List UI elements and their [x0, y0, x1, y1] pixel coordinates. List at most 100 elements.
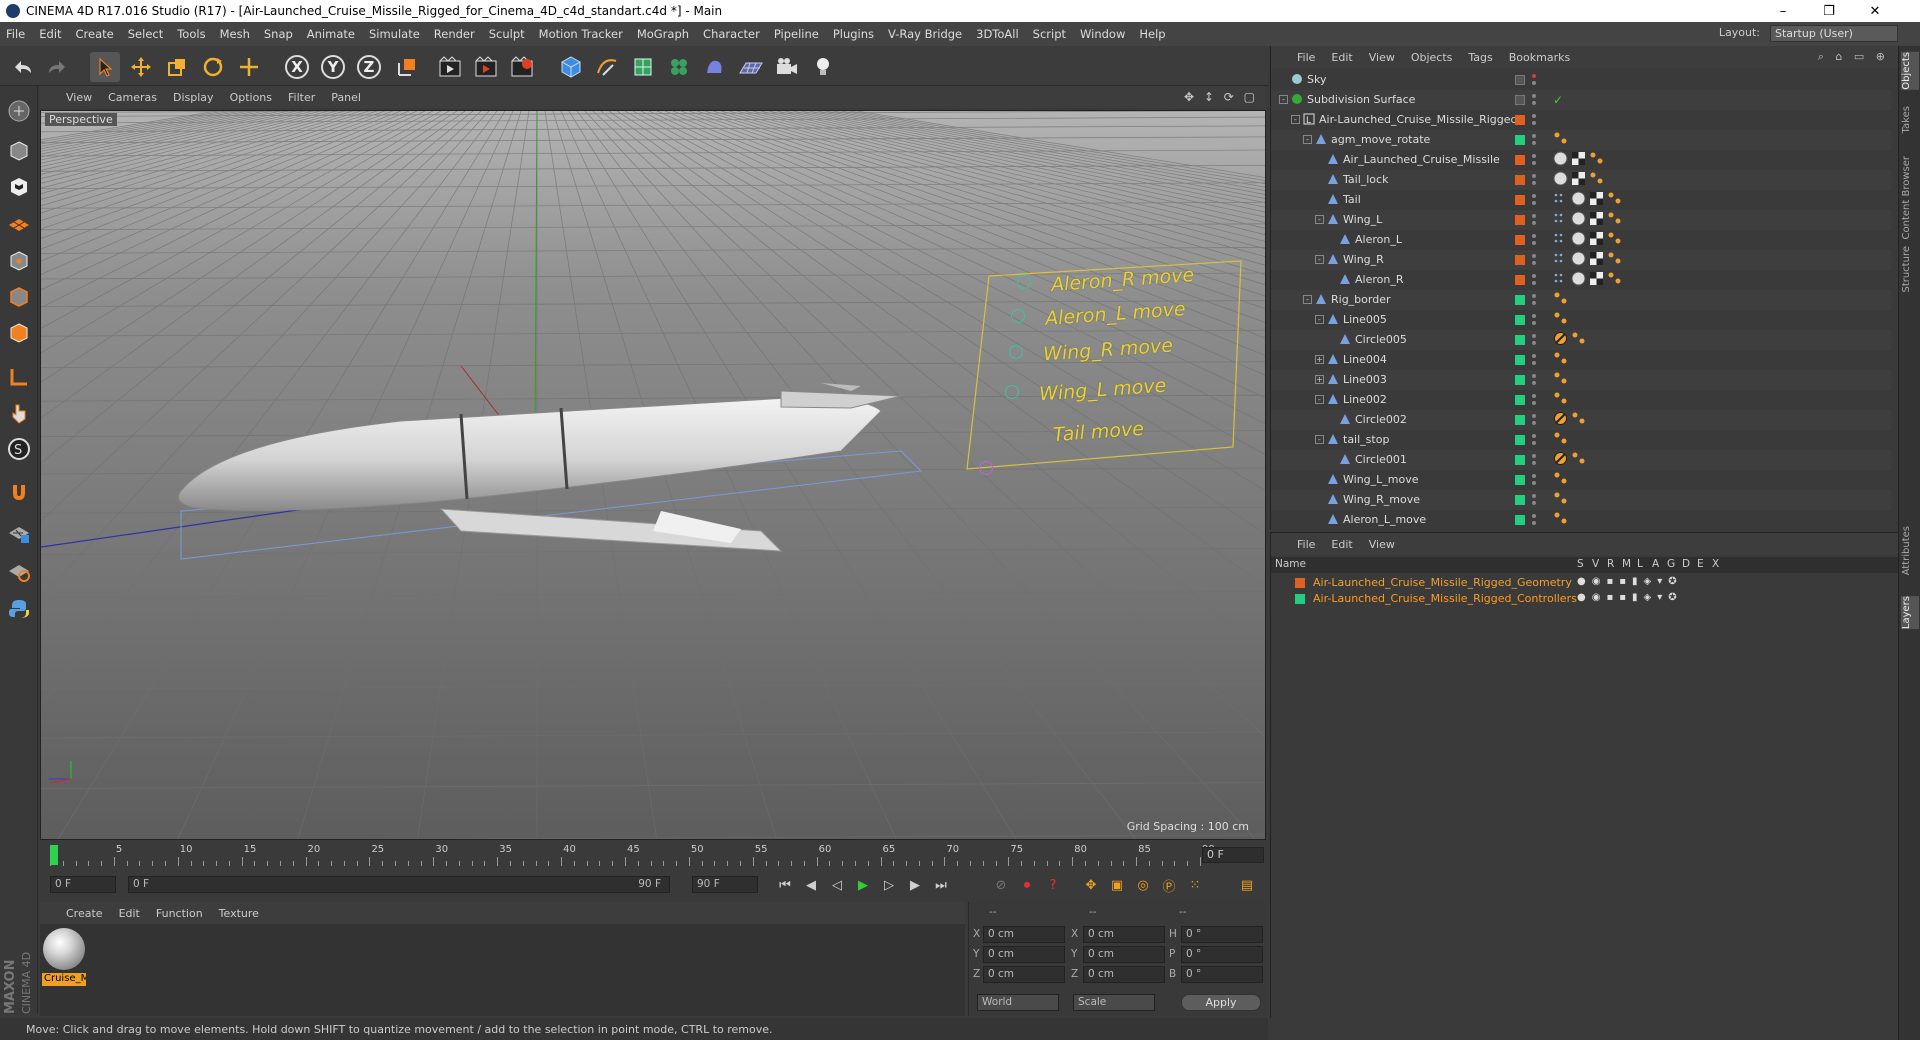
timeline[interactable]: 051015202530354045505560657075808590 0 F [40, 843, 1266, 868]
visibility-dots[interactable] [1531, 233, 1537, 247]
object-row[interactable]: + Line003 [1271, 370, 1891, 390]
om-toolbar-icons[interactable]: ⌕ ⌂ ▭ ⊕ [1818, 50, 1889, 64]
scale-tool-icon[interactable] [162, 52, 192, 82]
expand-toggle[interactable]: - [1315, 255, 1324, 264]
object-row[interactable]: - Line005 [1271, 310, 1891, 330]
floor-icon[interactable] [736, 52, 766, 82]
chk-tag-icon[interactable] [1589, 251, 1604, 269]
controller-circle[interactable] [979, 461, 993, 475]
object-row[interactable]: - tail_stop [1271, 430, 1891, 450]
visibility-dots[interactable] [1531, 93, 1537, 107]
viewport-camera-label[interactable]: Perspective [45, 113, 117, 126]
lock-workplane-icon[interactable] [4, 556, 34, 586]
layer-color-swatch[interactable] [1295, 578, 1305, 588]
visibility-dots[interactable] [1531, 473, 1537, 487]
next-key-icon[interactable]: ▶ [904, 874, 926, 896]
previous-frame-icon[interactable]: ◁ [826, 874, 848, 896]
texture-mode-icon[interactable] [4, 172, 34, 202]
visibility-dots[interactable] [1531, 353, 1537, 367]
controller-circle[interactable] [1017, 275, 1031, 289]
layer-row[interactable]: Air-Launched_Cruise_Missile_Rigged_Contr… [1271, 591, 1899, 607]
dock-tab-attributes[interactable]: Attributes [1901, 526, 1919, 575]
viewport-menu-view[interactable]: View [66, 91, 92, 104]
layer-flag-icons[interactable]: ●◉▪▪▮◈▾✪ [1577, 576, 1683, 587]
object-name[interactable]: Wing_R [1343, 253, 1384, 266]
coord-rotation-field[interactable]: 0 ° [1181, 926, 1263, 943]
layer-color-swatch[interactable] [1515, 375, 1525, 385]
python-icon[interactable] [4, 594, 34, 624]
object-row[interactable]: Wing_R_move [1271, 490, 1891, 510]
timeline-ruler[interactable]: 051015202530354045505560657075808590 [50, 843, 1215, 868]
visibility-dots[interactable] [1531, 373, 1537, 387]
camera-icon[interactable] [772, 52, 802, 82]
key-pla-icon[interactable]: ⁙ [1184, 874, 1206, 896]
dots-tag-icon[interactable] [1553, 251, 1568, 269]
bone-tag-icon[interactable] [1553, 471, 1569, 489]
stop-tag-icon[interactable] [1553, 331, 1568, 349]
object-name[interactable]: Line005 [1343, 313, 1387, 326]
visibility-dots[interactable] [1531, 433, 1537, 447]
layer-color-swatch[interactable] [1515, 135, 1525, 145]
layer-color-swatch[interactable] [1515, 315, 1525, 325]
layer-color-swatch[interactable] [1515, 355, 1525, 365]
expand-toggle[interactable]: + [1315, 375, 1324, 384]
material-preview[interactable] [43, 928, 85, 970]
viewport-menu-cameras[interactable]: Cameras [108, 91, 157, 104]
visibility-dots[interactable] [1531, 393, 1537, 407]
material-list[interactable]: Cruise_M [40, 924, 965, 1016]
minimize-button[interactable]: – [1760, 0, 1806, 22]
expand-toggle[interactable]: - [1315, 395, 1324, 404]
visibility-dots[interactable] [1531, 513, 1537, 527]
bone-tag-icon[interactable] [1553, 511, 1569, 529]
chk-tag-icon[interactable] [1571, 171, 1586, 189]
menu-create[interactable]: Create [76, 27, 114, 41]
deformer-icon[interactable] [700, 52, 730, 82]
viewport-menu-display[interactable]: Display [173, 91, 214, 104]
object-row[interactable]: Circle005 [1271, 330, 1891, 350]
dock-tab-content-browser[interactable]: Content Browser [1901, 156, 1919, 239]
render-view-icon[interactable] [436, 52, 466, 82]
coord-rotation-field[interactable]: 0 ° [1181, 966, 1263, 983]
layer-color-swatch[interactable] [1515, 415, 1525, 425]
menu-file[interactable]: File [6, 27, 25, 41]
object-name[interactable]: Rig_border [1331, 293, 1391, 306]
object-row[interactable]: Wing_L_move [1271, 470, 1891, 490]
object-name[interactable]: Air-Launched_Cruise_Missile_Rigged [1319, 113, 1517, 126]
bone-tag-icon[interactable] [1589, 151, 1605, 169]
object-row[interactable]: - Subdivision Surface ✓ [1271, 90, 1891, 110]
object-row[interactable]: - Line002 [1271, 390, 1891, 410]
expand-toggle[interactable]: - [1291, 115, 1300, 124]
bone-tag-icon[interactable] [1553, 371, 1569, 389]
layer-flag-icons[interactable]: ●◉▪▪▮◈▾✪ [1577, 592, 1683, 603]
coordinate-system-icon[interactable] [392, 52, 422, 82]
coord-position-field[interactable]: 0 cm [983, 966, 1065, 983]
object-name[interactable]: Line003 [1343, 373, 1387, 386]
coord-size-field[interactable]: 0 cm [1083, 966, 1165, 983]
layer-color-swatch[interactable] [1515, 95, 1525, 105]
bone-tag-icon[interactable] [1571, 411, 1587, 429]
stop-tag-icon[interactable] [1553, 411, 1568, 429]
coord-position-field[interactable]: 0 cm [983, 926, 1065, 943]
key-position-icon[interactable]: ✥ [1080, 874, 1102, 896]
chk-tag-icon[interactable] [1589, 191, 1604, 209]
om-menu-view[interactable]: View [1369, 51, 1395, 64]
layer-color-swatch[interactable] [1295, 594, 1305, 604]
menu-3dtoall[interactable]: 3DToAll [976, 27, 1019, 41]
object-name[interactable]: Tail [1343, 193, 1361, 206]
lm-menu-file[interactable]: File [1297, 538, 1315, 551]
visibility-dots[interactable] [1531, 413, 1537, 427]
visibility-dots[interactable] [1531, 273, 1537, 287]
subdivision-surface-icon[interactable] [628, 52, 658, 82]
visibility-dots[interactable] [1531, 153, 1537, 167]
bone-tag-icon[interactable] [1553, 391, 1569, 409]
menu-mesh[interactable]: Mesh [220, 27, 250, 41]
coord-position-field[interactable]: 0 cm [983, 946, 1065, 963]
object-name[interactable]: Aleron_L_move [1343, 513, 1426, 526]
layer-color-swatch[interactable] [1515, 275, 1525, 285]
object-name[interactable]: Line004 [1343, 353, 1387, 366]
object-row[interactable]: Tail_lock [1271, 170, 1891, 190]
object-name[interactable]: Aleron_L [1355, 233, 1402, 246]
material-menu-function[interactable]: Function [156, 907, 203, 920]
end-frame-field[interactable]: 90 F [692, 876, 758, 893]
layout-select[interactable]: Startup (User) [1770, 25, 1898, 42]
